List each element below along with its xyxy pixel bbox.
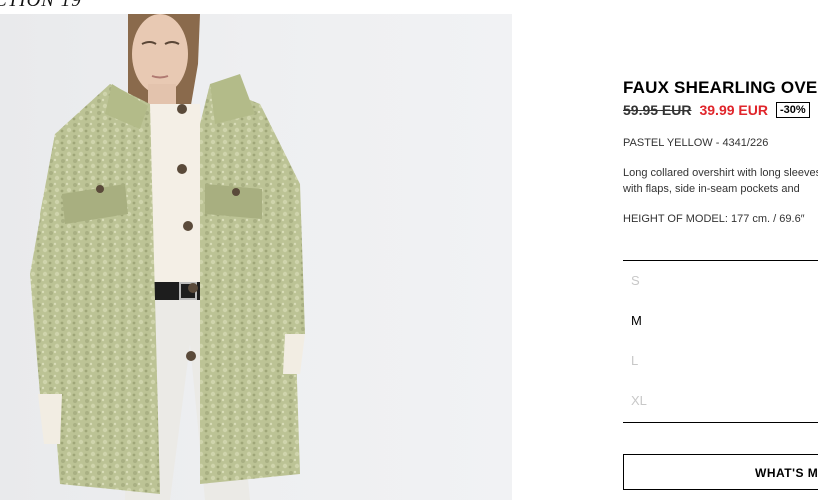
model-height: HEIGHT OF MODEL: 177 cm. / 69.6″ <box>623 213 805 225</box>
discount-badge: -30% <box>775 102 810 118</box>
collection-banner: CTION 19 <box>0 0 82 11</box>
size-selector: S M L XL <box>623 260 818 423</box>
description-line: Long collared overshirt with long sleeve… <box>623 167 818 179</box>
description-line: with flaps, side in-seam pockets and <box>623 183 800 195</box>
price-row: 59.95 EUR 39.99 EUR -30% <box>623 102 810 118</box>
size-option-xl[interactable]: XL <box>631 393 647 408</box>
product-title: FAUX SHEARLING OVERSHIRT <box>623 78 818 97</box>
product-info-panel: FAUX SHEARLING OVERSHIRT 59.95 EUR 39.99… <box>623 0 818 500</box>
sale-price: 39.99 EUR <box>699 102 768 118</box>
original-price: 59.95 EUR <box>623 102 692 118</box>
product-page: CTION 19 FAUX SHEARLING OVE 59.95 EUR 39… <box>0 0 818 500</box>
color-and-reference: PASTEL YELLOW - 4341/226 <box>623 137 769 149</box>
size-option-s[interactable]: S <box>631 273 640 288</box>
whats-my-size-label: WHAT'S MY SIZE? <box>755 466 818 480</box>
model-photo-illustration <box>30 14 305 500</box>
size-option-m[interactable]: M <box>631 313 642 328</box>
whats-my-size-button[interactable]: WHAT'S MY SIZE? <box>623 454 818 490</box>
product-image[interactable] <box>0 14 512 500</box>
product-description: Long collared overshirt with long sleeve… <box>623 165 818 197</box>
size-option-l[interactable]: L <box>631 353 638 368</box>
